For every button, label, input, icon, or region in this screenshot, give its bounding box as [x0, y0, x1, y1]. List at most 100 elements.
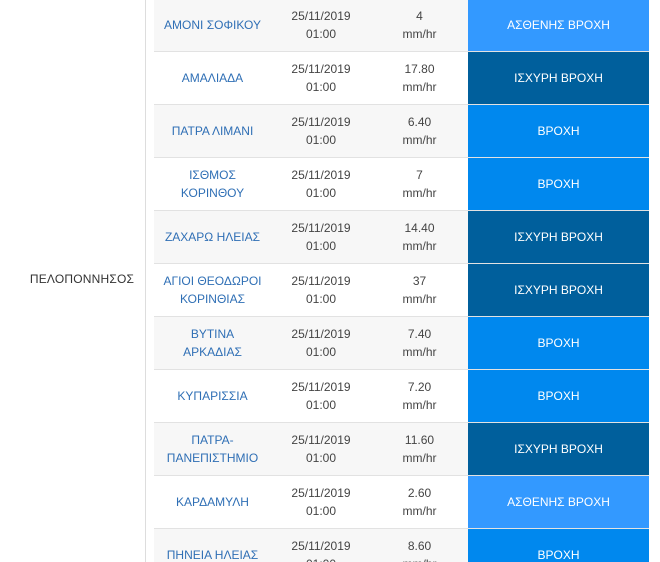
station-name-line[interactable]: ΑΜΟΝΙ ΣΟΦΙΚΟΥ [164, 16, 261, 34]
station-name-line[interactable]: ΑΜΑΛΙΑΔΑ [182, 69, 243, 87]
time-text: 01:00 [306, 555, 336, 562]
time-text: 01:00 [305, 133, 337, 147]
datetime-cell: 25/11/2019 01:00 [271, 264, 371, 316]
datetime-cell: 25/11/2019 01:00 [271, 476, 371, 528]
station-name-line[interactable]: ΙΣΘΜΟΣ [189, 166, 236, 184]
table-row: ΠΑΤΡΑ- ΠΑΝΕΠΙΣΤΗΜΙΟ 25/11/2019 01:00 11.6… [154, 423, 649, 476]
rainfall-unit: mm/hr [402, 186, 437, 200]
station-name-line[interactable]: ΚΟΡΙΝΘΟΥ [181, 184, 244, 202]
station-name-cell[interactable]: ΑΜΟΝΙ ΣΟΦΙΚΟΥ [154, 0, 271, 51]
datetime-cell: 25/11/2019 01:00 [271, 370, 371, 422]
station-name-cell[interactable]: ΑΓΙΟΙ ΘΕΟΔΩΡΟΙ ΚΟΡΙΝΘΙΑΣ [154, 264, 271, 316]
table-row: ΑΜΑΛΙΑΔΑ 25/11/2019 01:00 17.80 mm/hr ΙΣ… [154, 52, 649, 105]
date-text: 25/11/2019 [291, 274, 351, 288]
station-name-cell[interactable]: ΑΜΑΛΙΑΔΑ [154, 52, 271, 104]
date-text: 25/11/2019 [291, 115, 351, 129]
datetime-cell: 25/11/2019 01:00 [271, 105, 371, 157]
station-name-cell[interactable]: ΠΑΤΡΑ- ΠΑΝΕΠΙΣΤΗΜΙΟ [154, 423, 271, 475]
date-text: 25/11/2019 [291, 539, 351, 553]
station-name-cell[interactable]: ΖΑΧΑΡΩ ΗΛΕΙΑΣ [154, 211, 271, 263]
datetime-cell: 25/11/2019 01:00 [271, 0, 371, 51]
time-text: 01:00 [305, 504, 337, 518]
rainfall-value-cell: 14.40 mm/hr [371, 211, 468, 263]
rainfall-value: 14.40 [404, 221, 435, 235]
time-text: 01:00 [305, 80, 337, 94]
time-text: 01:00 [305, 451, 337, 465]
station-name-line[interactable]: ΚΥΠΑΡΙΣΣΙΑ [177, 387, 247, 405]
rain-level-badge: ΒΡΟΧΗ [468, 317, 649, 369]
table-row: ΠΗΝΕΙΑ ΗΛΕΙΑΣ 25/11/2019 01:00 8.60 mm/h… [154, 529, 649, 562]
table-row: ΙΣΘΜΟΣ ΚΟΡΙΝΘΟΥ 25/11/2019 01:00 7 mm/hr … [154, 158, 649, 211]
rainfall-unit: mm/hr [402, 239, 437, 253]
station-rows: ΑΜΟΝΙ ΣΟΦΙΚΟΥ 25/11/2019 01:00 4 mm/hr Α… [154, 0, 649, 562]
time-text: 01:00 [305, 398, 337, 412]
station-name-line[interactable]: ΑΓΙΟΙ ΘΕΟΔΩΡΟΙ [163, 272, 261, 290]
table-row: ΒΥΤΙΝΑ ΑΡΚΑΔΙΑΣ 25/11/2019 01:00 7.40 mm/… [154, 317, 649, 370]
rainfall-unit: mm/hr [402, 133, 437, 147]
rainfall-value: 11.60 [404, 433, 435, 447]
rain-level-badge: ΑΣΘΕΝΗΣ ΒΡΟΧΗ [468, 0, 649, 51]
table-row: ΚΑΡΔΑΜΥΛΗ 25/11/2019 01:00 2.60 mm/hr ΑΣ… [154, 476, 649, 529]
datetime-cell: 25/11/2019 01:00 [271, 529, 371, 562]
rainfall-unit: mm/hr [402, 504, 437, 518]
rainfall-value-cell: 2.60 mm/hr [371, 476, 468, 528]
time-text: 01:00 [305, 292, 337, 306]
rain-level-badge: ΙΣΧΥΡΗ ΒΡΟΧΗ [468, 52, 649, 104]
datetime-cell: 25/11/2019 01:00 [271, 158, 371, 210]
rainfall-value: 7.20 [407, 380, 432, 394]
rainfall-value-cell: 8.60 mm/hr [371, 529, 468, 562]
station-name-cell[interactable]: ΒΥΤΙΝΑ ΑΡΚΑΔΙΑΣ [154, 317, 271, 369]
station-name-cell[interactable]: ΠΗΝΕΙΑ ΗΛΕΙΑΣ [154, 529, 271, 562]
rain-level-badge: ΙΣΧΥΡΗ ΒΡΟΧΗ [468, 264, 649, 316]
rainfall-unit: mm/hr [402, 398, 437, 412]
station-name-cell[interactable]: ΠΑΤΡΑ ΛΙΜΑΝΙ [154, 105, 271, 157]
station-name-cell[interactable]: ΚΑΡΔΑΜΥΛΗ [154, 476, 271, 528]
rain-level-badge: ΙΣΧΥΡΗ ΒΡΟΧΗ [468, 211, 649, 263]
table-row: ΠΑΤΡΑ ΛΙΜΑΝΙ 25/11/2019 01:00 6.40 mm/hr… [154, 105, 649, 158]
table-row: ΚΥΠΑΡΙΣΣΙΑ 25/11/2019 01:00 7.20 mm/hr Β… [154, 370, 649, 423]
date-text: 25/11/2019 [291, 327, 351, 341]
datetime-cell: 25/11/2019 01:00 [271, 317, 371, 369]
region-name: ΠΕΛΟΠΟΝΝΗΣΟΣ [29, 272, 135, 286]
rainfall-value: 7.40 [407, 327, 432, 341]
station-name-cell[interactable]: ΚΥΠΑΡΙΣΣΙΑ [154, 370, 271, 422]
rainfall-value: 2.60 [407, 486, 432, 500]
station-name-line[interactable]: ΒΥΤΙΝΑ [191, 325, 234, 343]
rain-level-badge: ΒΡΟΧΗ [468, 158, 649, 210]
station-name-line[interactable]: ΚΟΡΙΝΘΙΑΣ [180, 290, 245, 308]
station-name-line[interactable]: ΖΑΧΑΡΩ ΗΛΕΙΑΣ [165, 228, 260, 246]
datetime-cell: 25/11/2019 01:00 [271, 211, 371, 263]
station-name-line[interactable]: ΠΗΝΕΙΑ ΗΛΕΙΑΣ [167, 546, 258, 562]
rain-level-badge: ΑΣΘΕΝΗΣ ΒΡΟΧΗ [468, 476, 649, 528]
station-name-line[interactable]: ΠΑΤΡΑ- [191, 431, 233, 449]
rainfall-unit: mm/hr [402, 27, 437, 41]
date-text: 25/11/2019 [291, 380, 351, 394]
station-name-line[interactable]: ΑΡΚΑΔΙΑΣ [183, 343, 242, 361]
time-text: 01:00 [305, 239, 337, 253]
rainfall-unit: mm/hr [402, 451, 437, 465]
rainfall-value: 6.40 [407, 115, 432, 129]
station-name-line[interactable]: ΚΑΡΔΑΜΥΛΗ [176, 493, 249, 511]
station-name-line[interactable]: ΠΑΤΡΑ ΛΙΜΑΝΙ [172, 122, 254, 140]
rain-level-badge: ΒΡΟΧΗ [468, 529, 649, 562]
date-text: 25/11/2019 [291, 221, 351, 235]
rainfall-value-cell: 7.20 mm/hr [371, 370, 468, 422]
station-name-line[interactable]: ΠΑΝΕΠΙΣΤΗΜΙΟ [167, 449, 258, 467]
table-row: ΑΓΙΟΙ ΘΕΟΔΩΡΟΙ ΚΟΡΙΝΘΙΑΣ 25/11/2019 01:00… [154, 264, 649, 317]
rain-level-badge: ΙΣΧΥΡΗ ΒΡΟΧΗ [468, 423, 649, 475]
rainfall-value-cell: 17.80 mm/hr [371, 52, 468, 104]
station-name-cell[interactable]: ΙΣΘΜΟΣ ΚΟΡΙΝΘΟΥ [154, 158, 271, 210]
date-text: 25/11/2019 [291, 433, 351, 447]
rainfall-value: 4 [416, 9, 423, 23]
time-text: 01:00 [305, 27, 337, 41]
rain-level-badge: ΒΡΟΧΗ [468, 370, 649, 422]
rain-level-badge: ΒΡΟΧΗ [468, 105, 649, 157]
rainfall-value: 37 [412, 274, 427, 288]
rainfall-value-cell: 11.60 mm/hr [371, 423, 468, 475]
rainfall-value: 8.60 [407, 539, 432, 553]
table-row: ΑΜΟΝΙ ΣΟΦΙΚΟΥ 25/11/2019 01:00 4 mm/hr Α… [154, 0, 649, 52]
rainfall-value-cell: 7.40 mm/hr [371, 317, 468, 369]
rainfall-value-cell: 7 mm/hr [371, 158, 468, 210]
date-text: 25/11/2019 [291, 168, 351, 182]
time-text: 01:00 [305, 345, 337, 359]
